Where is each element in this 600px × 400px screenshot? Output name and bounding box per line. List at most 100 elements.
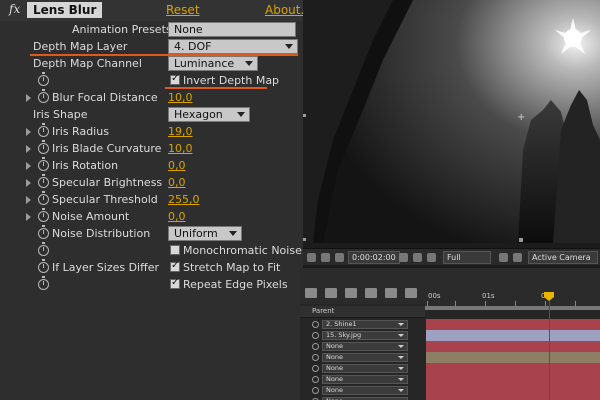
layer-duration-bar[interactable]	[426, 341, 600, 352]
parent-dropdown[interactable]: 15. Sky.jpg	[322, 331, 408, 340]
chevron-down-icon	[398, 356, 404, 359]
layer-row[interactable]: 2. Shine1	[300, 319, 600, 330]
expand-triangle-icon[interactable]	[26, 128, 31, 136]
pick-whip-icon[interactable]	[312, 354, 319, 361]
effect-name[interactable]: Lens Blur	[27, 2, 103, 18]
stopwatch-icon[interactable]	[38, 191, 49, 205]
layer-row[interactable]: None	[300, 385, 600, 396]
noise-distribution-value: Uniform	[174, 227, 218, 240]
pick-whip-icon[interactable]	[312, 343, 319, 350]
parent-dropdown[interactable]: 2. Shine1	[322, 320, 408, 329]
iris-blade-curvature-value[interactable]: 10,0	[168, 142, 193, 155]
monochromatic-noise-label: Monochromatic Noise	[183, 244, 302, 257]
stretch-map-to-fit-checkbox[interactable]	[170, 260, 180, 272]
camera-dropdown[interactable]: Active Camera	[528, 251, 598, 264]
timecode-display[interactable]: 0:00:02:00	[348, 251, 400, 264]
expand-triangle-icon[interactable]	[26, 145, 31, 153]
monochromatic-noise-checkbox[interactable]	[170, 245, 180, 255]
color-icon[interactable]	[427, 253, 436, 262]
work-area-bar[interactable]	[425, 306, 600, 310]
layer-duration-bar[interactable]	[426, 374, 600, 385]
magnification-icon[interactable]	[307, 253, 316, 262]
layer-row[interactable]: 15. Sky.jpg	[300, 330, 600, 341]
region-icon[interactable]	[499, 253, 508, 262]
stopwatch-icon[interactable]	[38, 174, 49, 188]
graph-editor-icon[interactable]	[405, 288, 417, 298]
expand-triangle-icon[interactable]	[26, 162, 31, 170]
layer-duration-bar[interactable]	[426, 330, 600, 341]
layer-duration-bar[interactable]	[426, 363, 600, 374]
draft-3d-icon[interactable]	[325, 288, 337, 298]
pick-whip-icon[interactable]	[312, 365, 319, 372]
channel-icon[interactable]	[413, 253, 422, 262]
layer-row[interactable]: None	[300, 363, 600, 374]
stopwatch-icon[interactable]	[38, 276, 49, 290]
stopwatch-icon[interactable]	[38, 259, 49, 273]
blur-focal-distance-value[interactable]: 10,0	[168, 91, 193, 104]
layer-row[interactable]: None	[300, 396, 600, 400]
noise-distribution-label: Noise Distribution	[52, 227, 151, 240]
stopwatch-icon[interactable]	[38, 72, 49, 86]
composition-preview[interactable]: +	[303, 0, 600, 243]
specular-brightness-value[interactable]: 0,0	[168, 176, 186, 189]
depth-map-layer-dropdown[interactable]: 4. DOF	[168, 39, 298, 54]
pick-whip-icon[interactable]	[312, 321, 319, 328]
expand-triangle-icon[interactable]	[26, 196, 31, 204]
layer-duration-bar[interactable]	[426, 385, 600, 396]
noise-distribution-dropdown[interactable]: Uniform	[168, 226, 242, 241]
parent-dropdown[interactable]: None	[322, 353, 408, 362]
parent-dropdown[interactable]: None	[322, 342, 408, 351]
row-noise-distribution: Noise Distribution Uniform	[0, 225, 303, 242]
motion-blur-icon[interactable]	[385, 288, 397, 298]
stopwatch-icon[interactable]	[38, 225, 49, 239]
layer-row[interactable]: None	[300, 374, 600, 385]
parent-dropdown[interactable]: None	[322, 375, 408, 384]
layer-duration-bar[interactable]	[426, 319, 600, 330]
pick-whip-icon[interactable]	[312, 376, 319, 383]
invert-depth-map-checkbox[interactable]	[170, 73, 180, 85]
layer-row[interactable]: None	[300, 341, 600, 352]
stopwatch-icon[interactable]	[38, 157, 49, 171]
grid-icon[interactable]	[321, 253, 330, 262]
parent-value: 2. Shine1	[326, 320, 357, 328]
stopwatch-icon[interactable]	[38, 242, 49, 256]
animation-presets-dropdown[interactable]: None	[168, 22, 296, 37]
playhead-line[interactable]	[549, 292, 550, 400]
reset-link[interactable]: Reset	[166, 3, 200, 17]
layer-duration-bar[interactable]	[426, 352, 600, 363]
depth-map-layer-label: Depth Map Layer	[33, 40, 128, 53]
pick-whip-icon[interactable]	[312, 332, 319, 339]
mask-icon[interactable]	[335, 253, 344, 262]
composition-icon[interactable]	[305, 288, 317, 298]
fx-icon[interactable]: fx	[5, 2, 24, 18]
row-repeat-edge-pixels: Repeat Edge Pixels	[0, 276, 303, 293]
expand-triangle-icon[interactable]	[26, 94, 31, 102]
depth-map-channel-dropdown[interactable]: Luminance	[168, 56, 258, 71]
stopwatch-icon[interactable]	[38, 123, 49, 137]
iris-rotation-value[interactable]: 0,0	[168, 159, 186, 172]
camera-snapshot-icon[interactable]	[399, 253, 408, 262]
stopwatch-icon[interactable]	[38, 140, 49, 154]
blur-focal-distance-label: Blur Focal Distance	[52, 91, 158, 104]
row-iris-radius: Iris Radius 19,0	[0, 123, 303, 140]
noise-amount-value[interactable]: 0,0	[168, 210, 186, 223]
time-ruler[interactable]: 00s 01s 02s	[425, 288, 600, 306]
iris-radius-value[interactable]: 19,0	[168, 125, 193, 138]
resolution-dropdown[interactable]: Full	[443, 251, 491, 264]
repeat-edge-pixels-checkbox[interactable]	[170, 277, 180, 289]
expand-triangle-icon[interactable]	[26, 213, 31, 221]
about-link[interactable]: About...	[265, 3, 303, 17]
expand-triangle-icon[interactable]	[26, 179, 31, 187]
layer-duration-bar[interactable]	[426, 396, 600, 400]
stopwatch-icon[interactable]	[38, 208, 49, 222]
layer-row[interactable]: None	[300, 352, 600, 363]
specular-threshold-value[interactable]: 255,0	[168, 193, 200, 206]
transparency-grid-icon[interactable]	[513, 253, 522, 262]
shy-icon[interactable]	[345, 288, 357, 298]
parent-dropdown[interactable]: None	[322, 364, 408, 373]
pick-whip-icon[interactable]	[312, 387, 319, 394]
stopwatch-icon[interactable]	[38, 89, 49, 103]
iris-shape-dropdown[interactable]: Hexagon	[168, 107, 250, 122]
frame-blend-icon[interactable]	[365, 288, 377, 298]
parent-dropdown[interactable]: None	[322, 386, 408, 395]
